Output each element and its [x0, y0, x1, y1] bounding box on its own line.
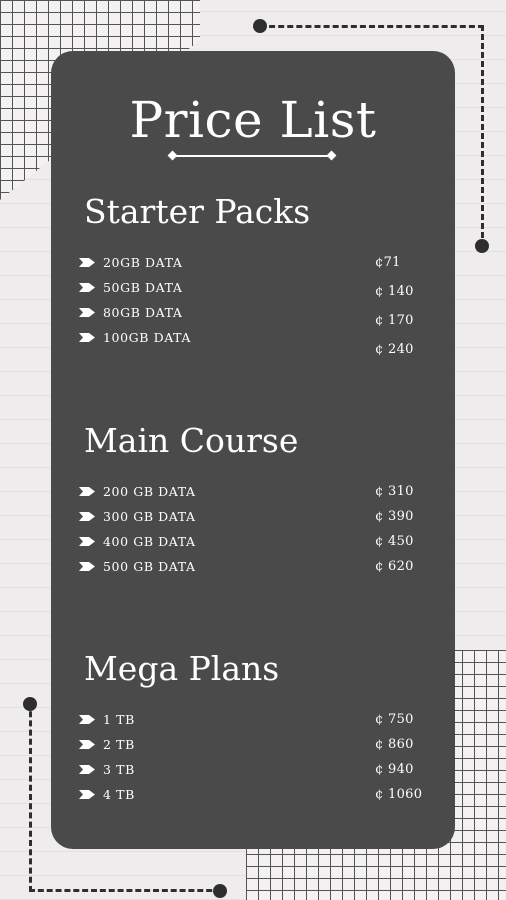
list-item: 2 TB	[79, 735, 419, 755]
item-price: ¢ 750	[375, 712, 414, 727]
arrow-bullet-icon	[79, 562, 95, 571]
arrow-bullet-icon	[79, 790, 95, 799]
item-label: 300 GB DATA	[103, 509, 196, 524]
item-price: ¢ 240	[375, 342, 414, 357]
item-price: ¢ 620	[375, 559, 414, 574]
item-price: ¢ 310	[375, 484, 414, 499]
list-item: 400 GB DATA	[79, 532, 419, 552]
item-price: ¢ 860	[375, 737, 414, 752]
list-item: 80GB DATA	[79, 303, 419, 323]
item-label: 20GB DATA	[103, 255, 183, 270]
arrow-bullet-icon	[79, 537, 95, 546]
list-item: 3 TB	[79, 760, 419, 780]
dot-icon	[253, 19, 267, 33]
list-item: 200 GB DATA	[79, 482, 419, 502]
item-price: ¢ 140	[375, 284, 414, 299]
arrow-bullet-icon	[79, 308, 95, 317]
item-label: 200 GB DATA	[103, 484, 196, 499]
title-underline	[173, 155, 331, 157]
item-label: 80GB DATA	[103, 305, 183, 320]
item-label: 3 TB	[103, 762, 135, 777]
item-price: ¢ 940	[375, 762, 414, 777]
section-heading-starter-packs: Starter Packs	[84, 192, 311, 231]
item-label: 400 GB DATA	[103, 534, 196, 549]
dot-icon	[475, 239, 489, 253]
item-price: ¢ 450	[375, 534, 414, 549]
page-title: Price List	[129, 91, 377, 149]
list-item: 1 TB	[79, 710, 419, 730]
item-label: 2 TB	[103, 737, 135, 752]
item-label: 1 TB	[103, 712, 135, 727]
list-item: 4 TB	[79, 785, 419, 805]
arrow-bullet-icon	[79, 258, 95, 267]
section-heading-mega-plans: Mega Plans	[84, 649, 280, 688]
list-item: 50GB DATA	[79, 278, 419, 298]
item-price: ¢ 1060	[375, 787, 423, 802]
dot-icon	[213, 884, 227, 898]
item-price: ¢71	[375, 255, 401, 270]
list-item: 500 GB DATA	[79, 557, 419, 577]
item-label: 500 GB DATA	[103, 559, 196, 574]
price-card: Price List Starter Packs 20GB DATA 50GB …	[51, 51, 455, 849]
arrow-bullet-icon	[79, 765, 95, 774]
item-label: 100GB DATA	[103, 330, 192, 345]
section-heading-main-course: Main Course	[84, 421, 299, 460]
arrow-bullet-icon	[79, 715, 95, 724]
arrow-bullet-icon	[79, 512, 95, 521]
dot-icon	[23, 697, 37, 711]
list-item: 20GB DATA	[79, 253, 419, 273]
list-item: 300 GB DATA	[79, 507, 419, 527]
item-label: 50GB DATA	[103, 280, 183, 295]
arrow-bullet-icon	[79, 740, 95, 749]
item-label: 4 TB	[103, 787, 135, 802]
item-price: ¢ 170	[375, 313, 414, 328]
arrow-bullet-icon	[79, 283, 95, 292]
list-item: 100GB DATA	[79, 328, 419, 348]
item-price: ¢ 390	[375, 509, 414, 524]
arrow-bullet-icon	[79, 487, 95, 496]
arrow-bullet-icon	[79, 333, 95, 342]
